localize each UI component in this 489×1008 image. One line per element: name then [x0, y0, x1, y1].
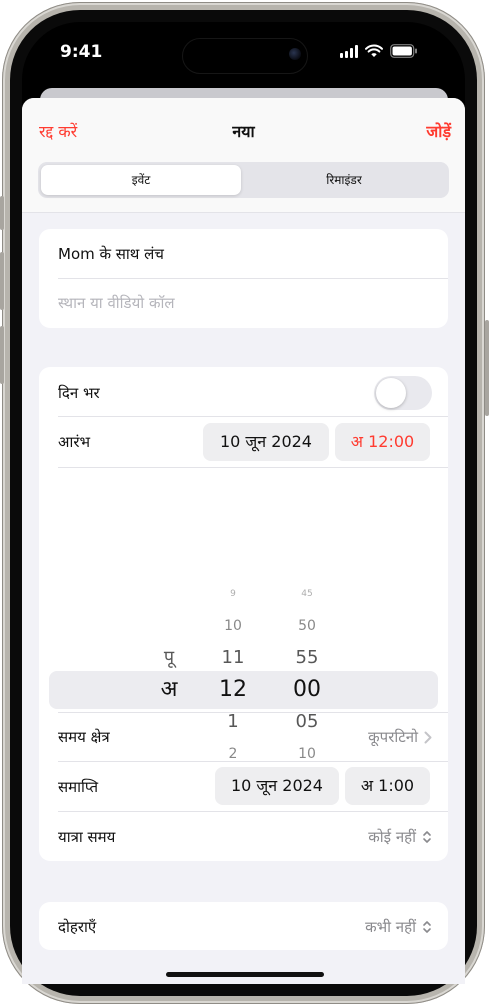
travel-time-value-text: कोई नहीं [368, 828, 416, 846]
divider [58, 761, 448, 762]
ampm-option[interactable]: पू [149, 646, 189, 670]
hour-option[interactable]: 1 [208, 710, 258, 734]
page-title: नया [232, 122, 255, 141]
all-day-toggle[interactable] [374, 376, 432, 410]
action-button [0, 196, 4, 230]
wifi-icon [365, 44, 383, 57]
minute-option[interactable]: 00 [282, 676, 332, 704]
hour-option[interactable]: 9 [208, 587, 258, 602]
chevron-right-icon [424, 731, 432, 743]
divider [58, 416, 448, 417]
minute-option[interactable]: 50 [282, 616, 332, 636]
hour-option[interactable]: 11 [208, 646, 258, 670]
toggle-knob [376, 378, 406, 408]
title-input[interactable]: Mom के साथ लंच [58, 244, 164, 264]
minute-option[interactable]: 05 [282, 710, 332, 734]
details-card: Mom के साथ लंच स्थान या वीडियो कॉल [39, 229, 448, 328]
ampm-option[interactable]: अ [149, 676, 189, 704]
divider [58, 811, 448, 812]
repeat-value-text: कभी नहीं [365, 918, 416, 936]
chevron-up-down-icon [423, 921, 431, 933]
cellular-signal-icon [340, 45, 358, 58]
camera-icon [289, 48, 301, 60]
minute-option[interactable]: 45 [282, 587, 332, 602]
minute-option[interactable]: 55 [282, 646, 332, 670]
travel-time-value[interactable]: कोई नहीं [368, 827, 432, 847]
chevron-up-down-icon [423, 831, 431, 843]
start-label: आरंभ [58, 433, 91, 451]
nav-bar: रद्द करें नया जोड़ें इवेंट रिमाइंडर [22, 98, 465, 213]
repeat-label: दोहराएँ [58, 918, 97, 936]
end-date-pill[interactable]: 10 जून 2024 [215, 767, 339, 805]
segment-reminder[interactable]: रिमाइंडर [244, 165, 444, 195]
start-date-pill[interactable]: 10 जून 2024 [203, 423, 329, 461]
travel-time-label: यात्रा समय [58, 828, 116, 846]
divider [58, 467, 448, 468]
end-time-pill[interactable]: अ 1:00 [345, 767, 430, 805]
volume-up-button [0, 252, 4, 310]
repeat-card: दोहराएँ कभी नहीं [39, 902, 448, 950]
status-icons [340, 44, 418, 58]
location-input[interactable]: स्थान या वीडियो कॉल [58, 293, 175, 313]
start-time-pill[interactable]: अ 12:00 [335, 423, 430, 461]
end-label: समाप्ति [58, 778, 99, 796]
time-picker-wheel[interactable]: पूअ910111212345505500051015 [39, 477, 448, 791]
timezone-label: समय क्षेत्र [58, 728, 110, 746]
power-button [485, 320, 489, 416]
timezone-value[interactable]: कूपरटिनो [368, 727, 432, 747]
timezone-value-text: कूपरटिनो [368, 728, 418, 746]
datetime-card: दिन भर आरंभ 10 जून 2024 अ 12:00 पू अ 9 10 11… [39, 367, 448, 861]
new-event-sheet: रद्द करें नया जोड़ें इवेंट रिमाइंडर Mom … [22, 98, 465, 984]
hour-option[interactable]: 12 [208, 676, 258, 704]
battery-icon [390, 44, 417, 58]
hour-option[interactable]: 10 [208, 616, 258, 636]
repeat-value[interactable]: कभी नहीं [365, 917, 432, 937]
volume-down-button [0, 326, 4, 384]
status-time: 9:41 [60, 42, 103, 62]
add-button[interactable]: जोड़ें [426, 120, 451, 142]
home-indicator [166, 972, 324, 977]
divider [58, 712, 448, 713]
segment-event[interactable]: इवेंट [41, 165, 241, 195]
divider [58, 278, 448, 279]
all-day-label: दिन भर [58, 384, 100, 402]
event-type-segmented-control: इवेंट रिमाइंडर [38, 162, 449, 198]
